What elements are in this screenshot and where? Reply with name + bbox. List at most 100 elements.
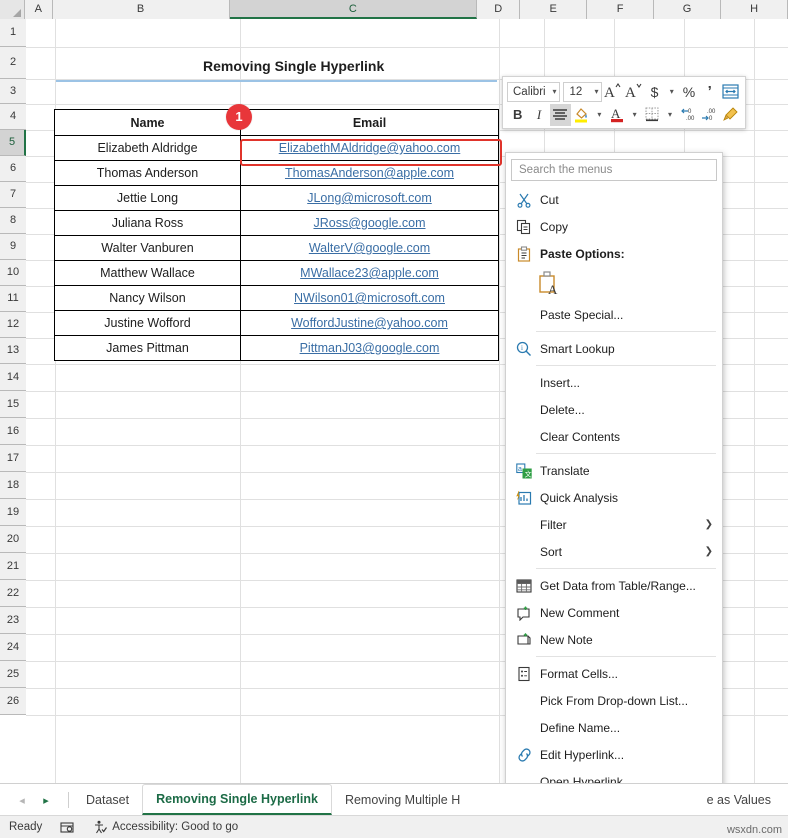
row-header-23[interactable]: 23 [0,607,26,634]
cell-email[interactable]: JLong@microsoft.com [240,185,499,211]
cell-email[interactable]: WalterV@google.com [240,235,499,261]
menu-item-copy[interactable]: Copy [506,213,722,240]
sheet-nav-buttons[interactable]: ◂ ▸ [0,785,64,815]
chevron-down-icon[interactable]: ▾ [594,87,598,96]
decrease-decimal-icon[interactable]: 0.00 [677,104,698,126]
cell-email[interactable]: ElizabethMAldridge@yahoo.com [240,135,499,161]
menu-item-insert[interactable]: Insert... [506,369,722,396]
chevron-down-icon[interactable]: ▾ [665,81,679,103]
table-row[interactable]: Justine Wofford WoffordJustine@yahoo.com [54,310,499,336]
chevron-right-icon[interactable]: ❯ [705,519,722,530]
format-painter-icon[interactable] [720,104,741,126]
sheet-nav-next-icon[interactable]: ▸ [34,794,58,807]
cell-name[interactable]: Elizabeth Aldridge [54,135,241,161]
email-hyperlink[interactable]: JLong@microsoft.com [307,191,432,205]
row-header-16[interactable]: 16 [0,418,26,445]
row-header-12[interactable]: 12 [0,312,26,338]
cell-email[interactable]: ThomasAnderson@apple.com [240,160,499,186]
menu-item-sort[interactable]: Sort ❯ [506,538,722,565]
row-header-22[interactable]: 22 [0,580,26,607]
table-row[interactable]: Walter Vanburen WalterV@google.com [54,235,499,261]
sheet-nav-prev-icon[interactable]: ◂ [10,794,34,807]
table-row[interactable]: Elizabeth Aldridge ElizabethMAldridge@yah… [54,135,499,161]
row-header-column[interactable]: 1 2 3 4 5 6 7 8 9 10 11 12 13 14 15 16 17 18 19 20 21 22 23 24 2… [0,19,26,715]
cell-name[interactable]: Jettie Long [54,185,241,211]
email-hyperlink[interactable]: ThomasAnderson@apple.com [285,166,454,180]
table-row[interactable]: Juliana Ross JRoss@google.com [54,210,499,236]
font-size-selector[interactable]: 12 ▾ [563,81,603,102]
menu-item-translate[interactable]: a 文 Translate [506,457,722,484]
row-header-4[interactable]: 4 [0,104,26,130]
column-header-e[interactable]: E [520,0,588,19]
email-hyperlink[interactable]: NWilson01@microsoft.com [294,291,445,305]
email-hyperlink[interactable]: WalterV@google.com [309,241,430,255]
row-header-26[interactable]: 26 [0,688,26,715]
increase-decimal-icon[interactable]: .00 0 [698,104,719,126]
email-hyperlink[interactable]: MWallace23@apple.com [300,266,439,280]
row-header-17[interactable]: 17 [0,445,26,472]
row-header-13[interactable]: 13 [0,338,26,364]
row-header-15[interactable]: 15 [0,391,26,418]
menu-item-edit-hyperlink[interactable]: Edit Hyperlink... [506,741,722,768]
menu-item-get-data[interactable]: Get Data from Table/Range... [506,572,722,599]
row-header-5[interactable]: 5 [0,130,26,156]
borders-icon[interactable] [642,104,663,126]
email-hyperlink[interactable]: JRoss@google.com [313,216,425,230]
menu-item-filter[interactable]: Filter ❯ [506,511,722,538]
row-header-24[interactable]: 24 [0,634,26,661]
chevron-down-icon[interactable]: ▾ [628,104,642,126]
chevron-down-icon[interactable]: ▾ [592,104,606,126]
column-header-f[interactable]: F [587,0,655,19]
fill-color-icon[interactable] [571,104,592,126]
cell-name[interactable]: Matthew Wallace [54,260,241,286]
search-menus-input[interactable]: Search the menus [511,159,717,181]
cell-email[interactable]: JRoss@google.com [240,210,499,236]
menu-item-new-comment[interactable]: New Comment [506,599,722,626]
cell-name[interactable]: Thomas Anderson [54,160,241,186]
cell-email[interactable]: PittmanJ03@google.com [240,335,499,361]
column-header-d[interactable]: D [477,0,521,19]
italic-icon[interactable]: I [528,104,549,126]
table-row[interactable]: Nancy Wilson NWilson01@microsoft.com [54,285,499,311]
percent-style-icon[interactable]: % [679,81,700,103]
row-header-14[interactable]: 14 [0,364,26,391]
increase-font-size-icon[interactable]: A [602,81,623,103]
row-header-7[interactable]: 7 [0,182,26,208]
cell-name[interactable]: James Pittman [54,335,241,361]
paste-values-button[interactable]: A [506,267,722,301]
select-all-corner[interactable] [0,0,25,19]
menu-item-define-name[interactable]: Define Name... [506,714,722,741]
center-align-icon[interactable] [549,103,572,126]
row-header-20[interactable]: 20 [0,526,26,553]
sheet-tab-bar[interactable]: ◂ ▸ Dataset Removing Single Hyperlink Re… [0,783,788,815]
menu-item-smart-lookup[interactable]: i Smart Lookup [506,335,722,362]
bold-icon[interactable]: B [507,104,528,126]
font-name-selector[interactable]: Calibri ▾ [507,81,561,102]
menu-item-new-note[interactable]: New Note [506,626,722,653]
menu-item-quick-analysis[interactable]: Quick Analysis [506,484,722,511]
sheet-tab-dataset[interactable]: Dataset [73,785,142,815]
table-row[interactable]: Matthew Wallace MWallace23@apple.com [54,260,499,286]
column-header-c[interactable]: C [229,0,478,19]
menu-item-paste-special[interactable]: Paste Special... [506,301,722,328]
cell-email[interactable]: WoffordJustine@yahoo.com [240,310,499,336]
cell-email[interactable]: NWilson01@microsoft.com [240,285,499,311]
menu-item-cut[interactable]: Cut [506,186,722,213]
row-header-18[interactable]: 18 [0,472,26,499]
font-color-icon[interactable]: A [606,104,627,126]
column-header-a[interactable]: A [24,0,53,19]
column-header-h[interactable]: H [721,0,788,19]
cell-name[interactable]: Juliana Ross [54,210,241,236]
data-table[interactable]: Name Email Elizabeth Aldridge ElizabethMA… [54,109,499,361]
cell-name[interactable]: Justine Wofford [54,310,241,336]
row-header-11[interactable]: 11 [0,286,26,312]
email-hyperlink[interactable]: WoffordJustine@yahoo.com [291,316,448,330]
menu-item-delete[interactable]: Delete... [506,396,722,423]
record-macro-icon[interactable] [51,821,84,834]
row-header-8[interactable]: 8 [0,208,26,234]
mini-format-toolbar[interactable]: Calibri ▾ 12 ▾ A A $ ▾ % ’ B I ▾ A ▾ ▾ 0… [502,76,746,129]
row-header-1[interactable]: 1 [0,19,26,47]
chevron-down-icon[interactable]: ▾ [663,104,677,126]
email-hyperlink[interactable]: ElizabethMAldridge@yahoo.com [279,141,461,155]
decrease-font-size-icon[interactable]: A [623,81,644,103]
